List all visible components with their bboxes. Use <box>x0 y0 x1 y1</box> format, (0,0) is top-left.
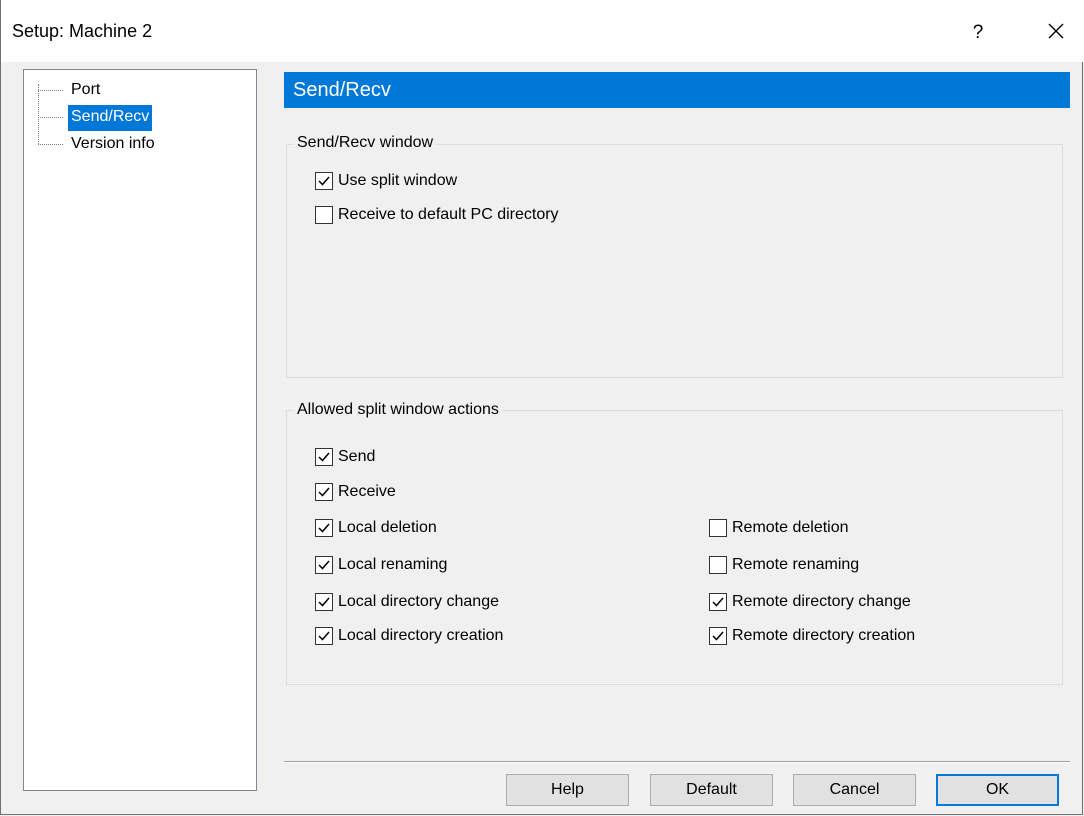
send-checkbox[interactable]: Send <box>315 446 375 468</box>
checkbox-label: Remote renaming <box>732 556 860 573</box>
tree-connector <box>38 84 39 144</box>
tree-item-version-info[interactable]: Version info <box>68 132 158 158</box>
page-header: Send/Recv <box>284 72 1070 108</box>
checkbox-box <box>709 593 727 611</box>
checkbox-box <box>315 448 333 466</box>
help-button[interactable]: Help <box>506 774 629 806</box>
checkbox-label: Remote directory creation <box>732 627 916 644</box>
checkbox-label: Remote deletion <box>732 519 849 536</box>
checkbox-box <box>709 627 727 645</box>
use-split-window-checkbox[interactable]: Use split window <box>315 170 457 192</box>
checkbox-label: Local directory change <box>338 593 499 610</box>
tree-item-port[interactable]: Port <box>68 78 103 104</box>
checkbox-box <box>315 483 333 501</box>
setup-dialog: Setup: Machine 2 ? Port Send/Recv Versio… <box>0 0 1084 815</box>
ok-button[interactable]: OK <box>936 774 1059 806</box>
close-icon[interactable] <box>1041 16 1071 46</box>
checkbox-box <box>709 556 727 574</box>
cancel-button[interactable]: Cancel <box>793 774 916 806</box>
local-deletion-checkbox[interactable]: Local deletion <box>315 517 437 539</box>
checkbox-label: Remote directory change <box>732 593 911 610</box>
checkbox-box <box>315 206 333 224</box>
group-title: Allowed split window actions <box>293 401 503 419</box>
checkbox-box <box>315 172 333 190</box>
window-title: Setup: Machine 2 <box>12 21 153 41</box>
tree-connector <box>38 90 63 91</box>
remote-directory-creation-checkbox[interactable]: Remote directory creation <box>709 625 915 647</box>
local-directory-creation-checkbox[interactable]: Local directory creation <box>315 625 503 647</box>
help-title-button[interactable]: ? <box>963 18 993 48</box>
title-bar: Setup: Machine 2 ? <box>1 0 1084 62</box>
checkbox-label: Local renaming <box>338 556 448 573</box>
checkbox-box <box>315 593 333 611</box>
checkbox-box <box>315 556 333 574</box>
receive-default-dir-checkbox[interactable]: Receive to default PC directory <box>315 204 559 226</box>
tree-connector <box>38 117 63 118</box>
group-title: Send/Recv window <box>293 134 438 152</box>
checkbox-label: Send <box>338 448 376 465</box>
default-button[interactable]: Default <box>650 774 773 806</box>
checkbox-box <box>709 519 727 537</box>
checkbox-box <box>315 519 333 537</box>
checkbox-label: Receive <box>338 483 396 500</box>
remote-renaming-checkbox[interactable]: Remote renaming <box>709 554 859 576</box>
checkbox-label: Local directory creation <box>338 627 504 644</box>
tree-connector <box>38 144 63 145</box>
receive-checkbox[interactable]: Receive <box>315 481 396 503</box>
checkbox-label: Receive to default PC directory <box>338 206 559 223</box>
remote-deletion-checkbox[interactable]: Remote deletion <box>709 517 849 539</box>
tree-item-send-recv[interactable]: Send/Recv <box>68 105 153 131</box>
settings-tree[interactable]: Port Send/Recv Version info <box>23 69 257 791</box>
button-separator <box>284 761 1070 763</box>
checkbox-box <box>315 627 333 645</box>
checkbox-label: Use split window <box>338 172 458 189</box>
checkbox-label: Local deletion <box>338 519 437 536</box>
local-renaming-checkbox[interactable]: Local renaming <box>315 554 447 576</box>
local-directory-change-checkbox[interactable]: Local directory change <box>315 591 499 613</box>
remote-directory-change-checkbox[interactable]: Remote directory change <box>709 591 911 613</box>
